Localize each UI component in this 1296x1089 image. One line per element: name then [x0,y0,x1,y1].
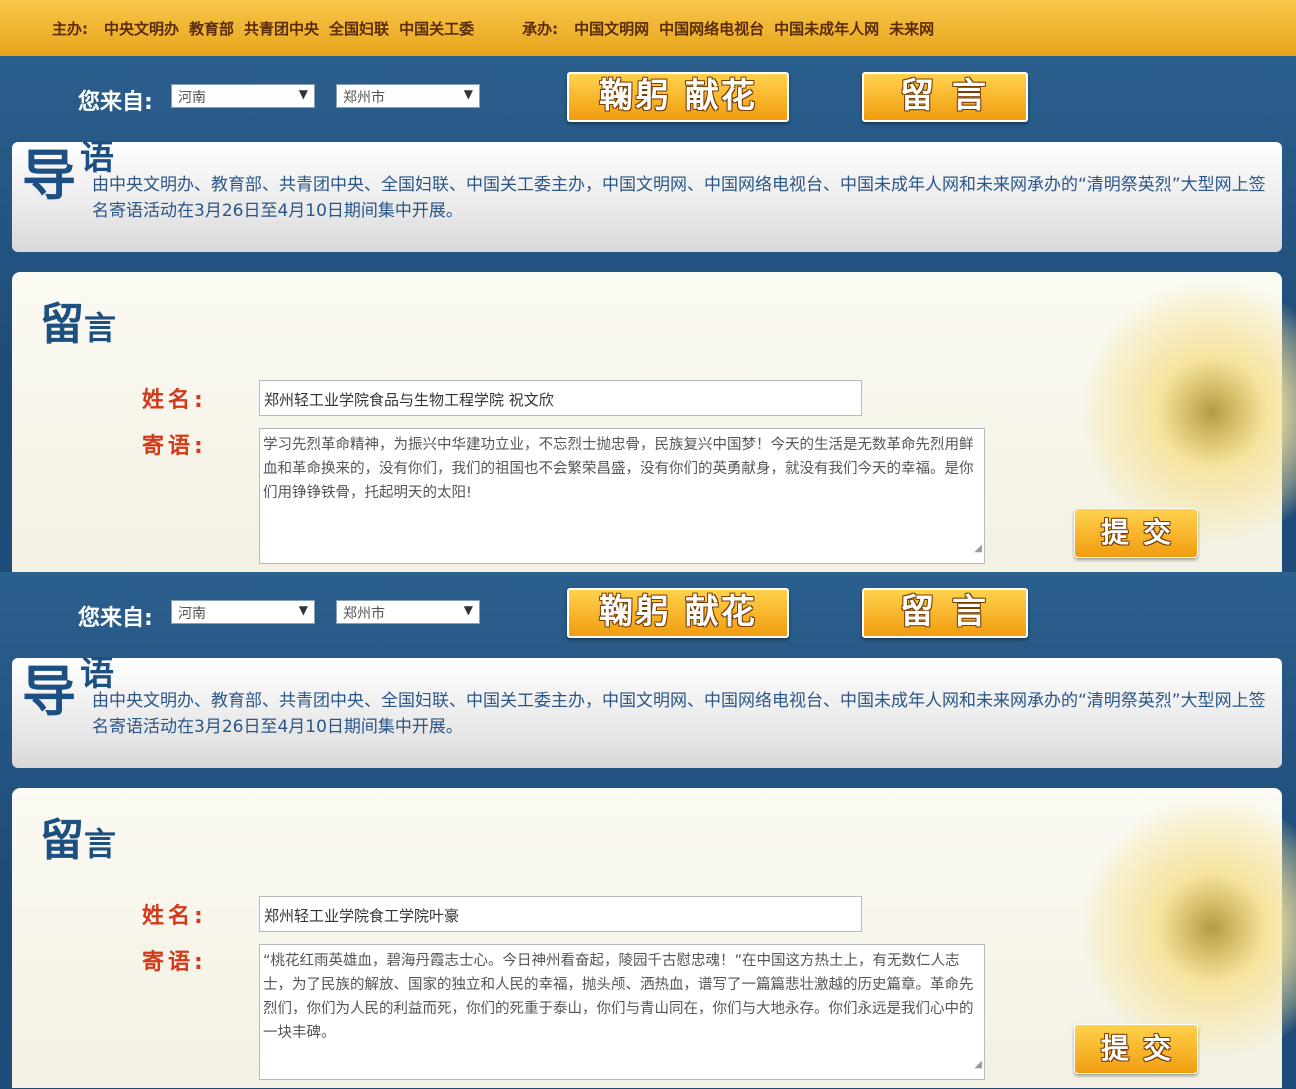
message-card: 留言 姓名: 郑州轻工业学院食工学院叶豪 寄语: “桃花红雨英雄血，碧海丹霞志士… [12,788,1296,1088]
sponsor-label: 主办: [52,19,88,38]
resize-grip-icon[interactable]: ◢ [974,537,982,561]
message-label: 寄语: [142,434,207,459]
intro-box: 导 语 由中央文明办、教育部、共青团中央、全国妇联、中国关工委主办，中国文明网、… [12,138,1282,252]
organizer-name: 中国文明网 [574,19,650,38]
intro-text: 由中央文明办、教育部、共青团中央、全国妇联、中国关工委主办，中国文明网、中国网络… [92,175,1266,221]
origin-label: 您来自: [78,90,153,115]
bow-flower-button[interactable]: 鞠躬 献花 [567,588,789,638]
dropdown-arrow-icon: ▼ [298,87,308,101]
city-value: 郑州市 [343,90,385,106]
sponsor-bar: 主办: 中央文明办 教育部 共青团中央 全国妇联 中国关工委 承办: 中国文明网… [0,0,1296,56]
name-input[interactable]: 郑州轻工业学院食品与生物工程学院 祝文欣 [259,380,862,416]
message-panel: 您来自: 河南 ▼ 郑州市 ▼ 鞠躬 献花 留言 导 语 由中央文明办、教育部、… [0,56,1296,572]
sponsor-name: 全国妇联 [329,19,390,38]
card-title: 留言 [40,804,116,868]
card-title: 留言 [40,288,116,352]
resize-grip-icon[interactable]: ◢ [974,1053,982,1077]
message-card: 留言 姓名: 郑州轻工业学院食品与生物工程学院 祝文欣 寄语: 学习先烈革命精神… [12,272,1296,572]
intro-title-main: 导 [22,660,76,723]
sponsor-name: 中国关工委 [399,19,475,38]
leave-message-button[interactable]: 留言 [862,72,1028,122]
origin-label: 您来自: [78,606,153,631]
message-label: 寄语: [142,950,207,975]
sunflower-decoration [1082,282,1296,542]
message-panel: 您来自: 河南 ▼ 郑州市 ▼ 鞠躬 献花 留言 导 语 由中央文明办、教育部、… [0,572,1296,1088]
name-label: 姓名: [142,904,207,929]
sponsor-name: 教育部 [189,19,235,38]
name-label: 姓名: [142,388,207,413]
sponsor-name: 共青团中央 [244,19,320,38]
sponsor-name: 中央文明办 [104,19,180,38]
dropdown-arrow-icon: ▼ [298,603,308,617]
province-select[interactable]: 河南 ▼ [171,84,315,108]
submit-button[interactable]: 提交 [1074,508,1198,558]
card-title-main: 留 [40,299,84,350]
dropdown-arrow-icon: ▼ [463,603,473,617]
bow-flower-button[interactable]: 鞠躬 献花 [567,72,789,122]
message-text: 学习先烈革命精神，为振兴中华建功立业，不忘烈士抛忠骨，民族复兴中国梦！今天的生活… [263,437,974,501]
city-select[interactable]: 郑州市 ▼ [336,84,480,108]
name-input[interactable]: 郑州轻工业学院食工学院叶豪 [259,896,862,932]
city-value: 郑州市 [343,606,385,622]
organizer-name: 中国未成年人网 [774,19,880,38]
sunflower-decoration [1082,798,1296,1058]
intro-title: 导 语 [22,654,114,723]
intro-text: 由中央文明办、教育部、共青团中央、全国妇联、中国关工委主办，中国文明网、中国网络… [92,691,1266,737]
organizer-name: 未来网 [889,19,935,38]
organizer-name: 中国网络电视台 [659,19,765,38]
card-title-small: 言 [84,309,117,347]
intro-box: 导 语 由中央文明办、教育部、共青团中央、全国妇联、中国关工委主办，中国文明网、… [12,654,1282,768]
organizer-label: 承办: [522,19,559,38]
card-title-main: 留 [40,815,84,866]
leave-message-button[interactable]: 留言 [862,588,1028,638]
intro-title-main: 导 [22,144,76,207]
dropdown-arrow-icon: ▼ [463,87,473,101]
province-value: 河南 [178,606,206,622]
message-textarea[interactable]: 学习先烈革命精神，为振兴中华建功立业，不忘烈士抛忠骨，民族复兴中国梦！今天的生活… [259,428,985,564]
submit-button[interactable]: 提交 [1074,1024,1198,1074]
card-title-small: 言 [84,825,117,863]
province-value: 河南 [178,90,206,106]
message-textarea[interactable]: “桃花红雨英雄血，碧海丹霞志士心。今日神州看奋起，陵园千古慰忠魂！”在中国这方热… [259,944,985,1080]
message-text: “桃花红雨英雄血，碧海丹霞志士心。今日神州看奋起，陵园千古慰忠魂！”在中国这方热… [263,953,974,1041]
intro-title: 导 语 [22,138,114,207]
city-select[interactable]: 郑州市 ▼ [336,600,480,624]
province-select[interactable]: 河南 ▼ [171,600,315,624]
